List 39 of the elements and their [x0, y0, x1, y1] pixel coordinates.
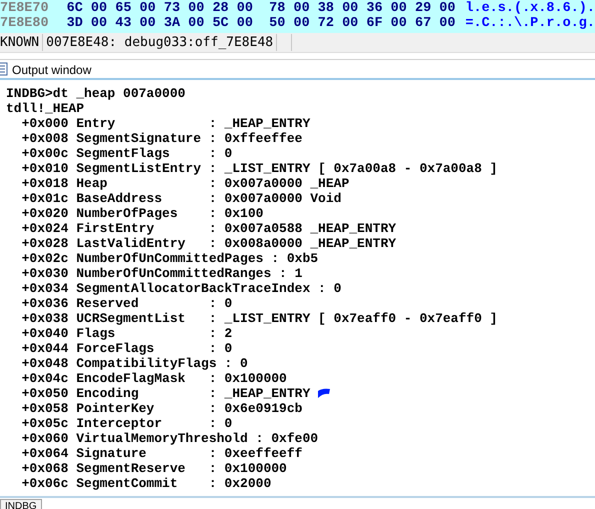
output-line: +0x018 Heap : 0x007a0000 _HEAP	[20, 176, 350, 191]
output-line: INDBG>dt _heap 007a0000	[6, 86, 186, 101]
location-label: 007E8E48: debug033:off_7E8E48	[43, 34, 278, 51]
output-line: +0x008 SegmentSignature : 0xffeeffee	[20, 131, 302, 146]
output-line: +0x05c Interceptor : 0	[20, 416, 232, 431]
ascii-text: =.C.:.\.P.r.o.g.	[465, 16, 595, 31]
output-line: +0x040 Flags : 2	[20, 326, 232, 341]
output-line: +0x036 Reserved : 0	[20, 296, 232, 311]
output-line: +0x020 NumberOfPages : 0x100	[20, 206, 264, 221]
output-line: +0x00c SegmentFlags : 0	[20, 146, 232, 161]
ascii-text: l.e.s.(.x.8.6.).	[465, 1, 595, 16]
address-text: 7E8E80	[0, 16, 50, 31]
output-line: +0x038 UCRSegmentList : _LIST_ENTRY [ 0x7eaff0 - 0x7eaff0 ]	[20, 311, 498, 326]
panel-title: Output window	[12, 62, 92, 76]
output-line: +0x048 CompatibilityFlags : 0	[20, 356, 248, 371]
indbg-tab[interactable]: INDBG	[0, 499, 42, 509]
output-line: +0x044 ForceFlags : 0	[20, 341, 232, 356]
output-line: +0x06c SegmentCommit : 0x2000	[20, 476, 272, 491]
flag-icon	[317, 388, 331, 399]
output-line: +0x000 Entry : _HEAP_ENTRY	[20, 116, 310, 131]
output-line: +0x050 Encoding : _HEAP_ENTRY	[20, 386, 310, 401]
list-icon	[0, 62, 8, 76]
output-line: +0x064 Signature : 0xeeffeeff	[20, 446, 302, 461]
output-line: +0x058 PointerKey : 0x6e0919cb	[20, 401, 302, 416]
output-line: tdll!_HEAP	[6, 101, 84, 116]
output-line: +0x01c BaseAddress : 0x007a0000 Void	[20, 191, 342, 206]
output-line: +0x024 FirstEntry : 0x007a0588 _HEAP_ENTRY	[20, 221, 396, 236]
hex-bytes-text: 6C 00 65 00 73 00 28 00 78 00 38 00 36 00 29 00	[66, 1, 456, 16]
segment-label: KNOWN	[0, 34, 44, 51]
output-line: +0x02c NumberOfUnCommittedPages : 0xb5	[20, 251, 318, 266]
output-line: +0x028 LastValidEntry : 0x008a0000 _HEAP_ENTRY	[20, 236, 396, 251]
address-text: 7E8E70	[0, 1, 50, 16]
output-line: +0x030 NumberOfUnCommittedRanges : 1	[20, 266, 302, 281]
output-line: +0x010 SegmentListEntry : _LIST_ENTRY [ 0x7a00a8 - 0x7a00a8 ]	[20, 161, 498, 176]
output-line: +0x04c EncodeFlagMask : 0x100000	[20, 371, 287, 386]
output-line: +0x068 SegmentReserve : 0x100000	[20, 461, 287, 476]
output-line: +0x060 VirtualMemoryThreshold : 0xfe00	[20, 431, 318, 446]
hex-bytes-text: 3D 00 43 00 3A 00 5C 00 50 00 72 00 6F 00 67 00	[66, 16, 456, 31]
output-line: +0x034 SegmentAllocatorBackTraceIndex : 0	[20, 281, 342, 296]
